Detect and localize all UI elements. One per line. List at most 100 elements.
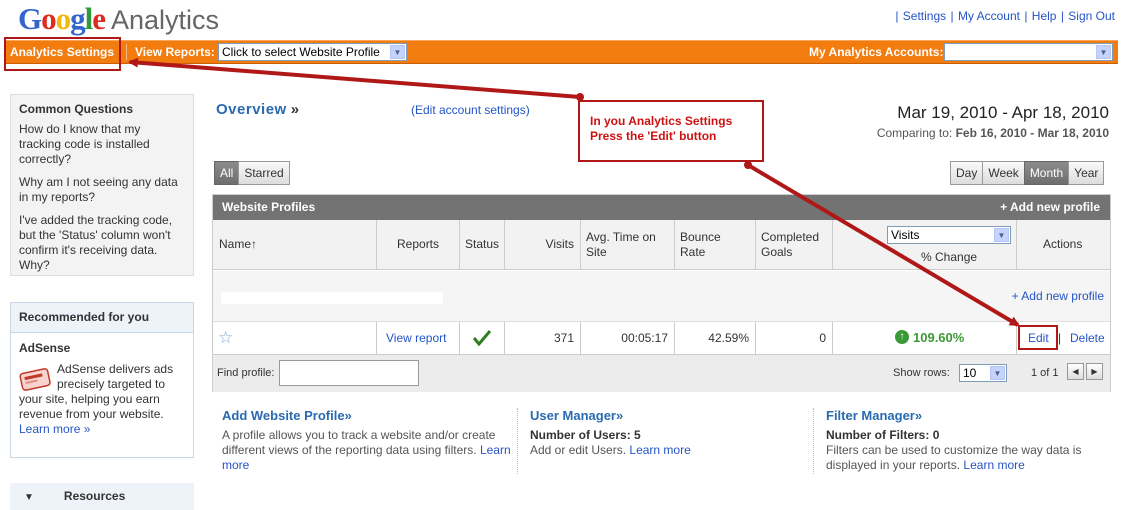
avg-time-cell: 00:05:17 bbox=[581, 322, 675, 355]
column-status[interactable]: Status bbox=[460, 220, 505, 270]
chevron-down-icon: ▼ bbox=[390, 45, 405, 59]
column-actions-label: Actions bbox=[1043, 237, 1083, 251]
show-rows-value: 10 bbox=[963, 366, 977, 380]
period-tabs: Day Week Month Year bbox=[950, 161, 1105, 185]
common-questions-title: Common Questions bbox=[19, 102, 134, 116]
view-report-link[interactable]: View report bbox=[386, 331, 446, 345]
divider bbox=[517, 408, 518, 474]
show-rows-select[interactable]: 10 ▼ bbox=[959, 364, 1007, 382]
bounce-value: 42.59% bbox=[708, 331, 749, 345]
column-name-label: Name↑ bbox=[219, 237, 258, 251]
users-count-label: Number of Users: bbox=[530, 428, 631, 442]
avg-time-value: 00:05:17 bbox=[621, 331, 668, 345]
column-completed-goals[interactable]: Completed Goals bbox=[756, 220, 833, 270]
filter-manager-learn-more-link[interactable]: Learn more bbox=[963, 458, 1024, 472]
filters-count-label: Number of Filters: bbox=[826, 428, 930, 442]
filter-manager-link[interactable]: Filter Manager» bbox=[826, 408, 1106, 423]
delete-button[interactable]: Delete bbox=[1070, 331, 1105, 345]
column-avg-time[interactable]: Avg. Time on Site bbox=[581, 220, 675, 270]
filters-count: 0 bbox=[932, 428, 940, 442]
column-visits[interactable]: Visits bbox=[505, 220, 581, 270]
main-navbar: Analytics Settings View Reports: Click t… bbox=[4, 40, 1118, 64]
column-bounce-label: Bounce Rate bbox=[680, 230, 721, 259]
find-profile-input[interactable] bbox=[279, 360, 419, 386]
adsense-icon bbox=[19, 366, 53, 392]
recommended-title: Recommended for you bbox=[11, 303, 193, 333]
question-item[interactable]: How do I know that my tracking code is i… bbox=[19, 122, 185, 167]
callout-line-1: In you Analytics Settings bbox=[590, 114, 733, 128]
column-change: Visits ▼ % Change bbox=[833, 220, 1017, 270]
column-bounce-rate[interactable]: Bounce Rate bbox=[675, 220, 756, 270]
user-manager-description: Add or edit Users. bbox=[530, 443, 627, 457]
adsense-learn-more-link[interactable]: Learn more » bbox=[19, 422, 90, 436]
change-value: 109.60% bbox=[913, 330, 965, 345]
google-wordmark: Google bbox=[18, 1, 106, 36]
change-cell: ↑ 109.60% bbox=[833, 322, 1017, 355]
date-range[interactable]: Mar 19, 2010 - Apr 18, 2010 bbox=[897, 103, 1109, 123]
add-new-profile-link[interactable]: + Add new profile bbox=[1012, 289, 1104, 303]
question-item[interactable]: I've added the tracking code, but the 'S… bbox=[19, 213, 185, 273]
checkmark-icon bbox=[473, 330, 491, 346]
user-manager-learn-more-link[interactable]: Learn more bbox=[629, 443, 690, 457]
website-profiles-table: Website Profiles + Add new profile Name↑… bbox=[212, 194, 1111, 392]
reports-cell: View report bbox=[377, 322, 460, 355]
column-reports-label: Reports bbox=[397, 237, 440, 251]
status-cell bbox=[460, 322, 505, 355]
arrow-origin-dot bbox=[744, 161, 752, 169]
visits-cell: 371 bbox=[505, 322, 581, 355]
column-avg-time-label: Avg. Time on Site bbox=[586, 230, 656, 259]
add-profile-block: Add Website Profile» A profile allows yo… bbox=[222, 408, 512, 473]
resources-title: Resources bbox=[63, 489, 126, 503]
question-item[interactable]: Why am I not seeing any data in my repor… bbox=[19, 175, 185, 205]
period-week[interactable]: Week bbox=[982, 161, 1025, 185]
settings-link[interactable]: Settings bbox=[903, 9, 946, 23]
website-profile-select-value: Click to select Website Profile bbox=[222, 45, 380, 59]
user-manager-link[interactable]: User Manager» bbox=[530, 408, 800, 423]
tab-all[interactable]: All bbox=[214, 161, 240, 185]
column-name[interactable]: Name↑ bbox=[213, 220, 377, 270]
next-page-icon[interactable]: ▶ bbox=[1086, 363, 1103, 380]
column-status-label: Status bbox=[465, 237, 500, 251]
google-analytics-logo[interactable]: Google Analytics bbox=[18, 1, 219, 37]
period-month[interactable]: Month bbox=[1023, 161, 1070, 185]
users-count: 5 bbox=[634, 428, 641, 442]
edit-account-settings-link[interactable]: (Edit account settings) bbox=[411, 103, 530, 117]
period-day[interactable]: Day bbox=[950, 161, 984, 185]
analytics-wordmark: Analytics bbox=[111, 5, 220, 35]
my-account-link[interactable]: My Account bbox=[958, 9, 1020, 23]
add-profile-row: + Add new profile bbox=[213, 271, 1110, 322]
actions-divider: | bbox=[1058, 331, 1062, 345]
help-link[interactable]: Help bbox=[1032, 9, 1057, 23]
comparing-label: Comparing to: bbox=[876, 126, 953, 140]
triangle-down-icon: ▼ bbox=[24, 492, 34, 503]
table-row: ☆ View report 371 00:05:17 42.59% 0 ↑ 10… bbox=[213, 322, 1110, 355]
resources-box[interactable]: ▼ Resources bbox=[10, 483, 194, 510]
star-icon[interactable]: ☆ bbox=[218, 328, 233, 348]
top-links: | Settings | My Account | Help | Sign Ou… bbox=[895, 9, 1115, 23]
instruction-callout: In you Analytics Settings Press the 'Edi… bbox=[578, 100, 764, 162]
previous-page-icon[interactable]: ◀ bbox=[1067, 363, 1084, 380]
user-manager-block: User Manager» Number of Users: 5 Add or … bbox=[530, 408, 800, 458]
change-metric-value: Visits bbox=[891, 228, 920, 242]
arrow-up-icon: ↑ bbox=[895, 330, 909, 344]
recommended-box: Recommended for you AdSense AdSense deli… bbox=[10, 302, 194, 458]
column-change-label: % Change bbox=[921, 250, 978, 264]
add-website-profile-link[interactable]: Add Website Profile» bbox=[222, 408, 512, 423]
website-profile-select[interactable]: Click to select Website Profile ▼ bbox=[218, 43, 407, 61]
show-rows-label: Show rows: bbox=[893, 367, 950, 379]
table-header-bar: Website Profiles + Add new profile bbox=[213, 195, 1110, 220]
tab-starred[interactable]: Starred bbox=[238, 161, 290, 185]
change-metric-select[interactable]: Visits ▼ bbox=[887, 226, 1011, 244]
profile-name-cell: ☆ bbox=[213, 322, 377, 355]
accounts-select[interactable]: ▼ bbox=[944, 43, 1113, 61]
goals-cell: 0 bbox=[756, 322, 833, 355]
adsense-title: AdSense bbox=[19, 341, 71, 355]
comparing-dates: Feb 16, 2010 - Mar 18, 2010 bbox=[955, 126, 1109, 140]
chevron-down-icon: ▼ bbox=[990, 366, 1005, 380]
sign-out-link[interactable]: Sign Out bbox=[1068, 9, 1115, 23]
add-new-profile-button[interactable]: + Add new profile bbox=[1000, 200, 1100, 214]
common-questions-box: Common Questions How do I know that my t… bbox=[10, 94, 194, 276]
overview-title: Overview bbox=[216, 101, 287, 118]
page-title: Overview» bbox=[216, 101, 300, 118]
period-year[interactable]: Year bbox=[1068, 161, 1105, 185]
